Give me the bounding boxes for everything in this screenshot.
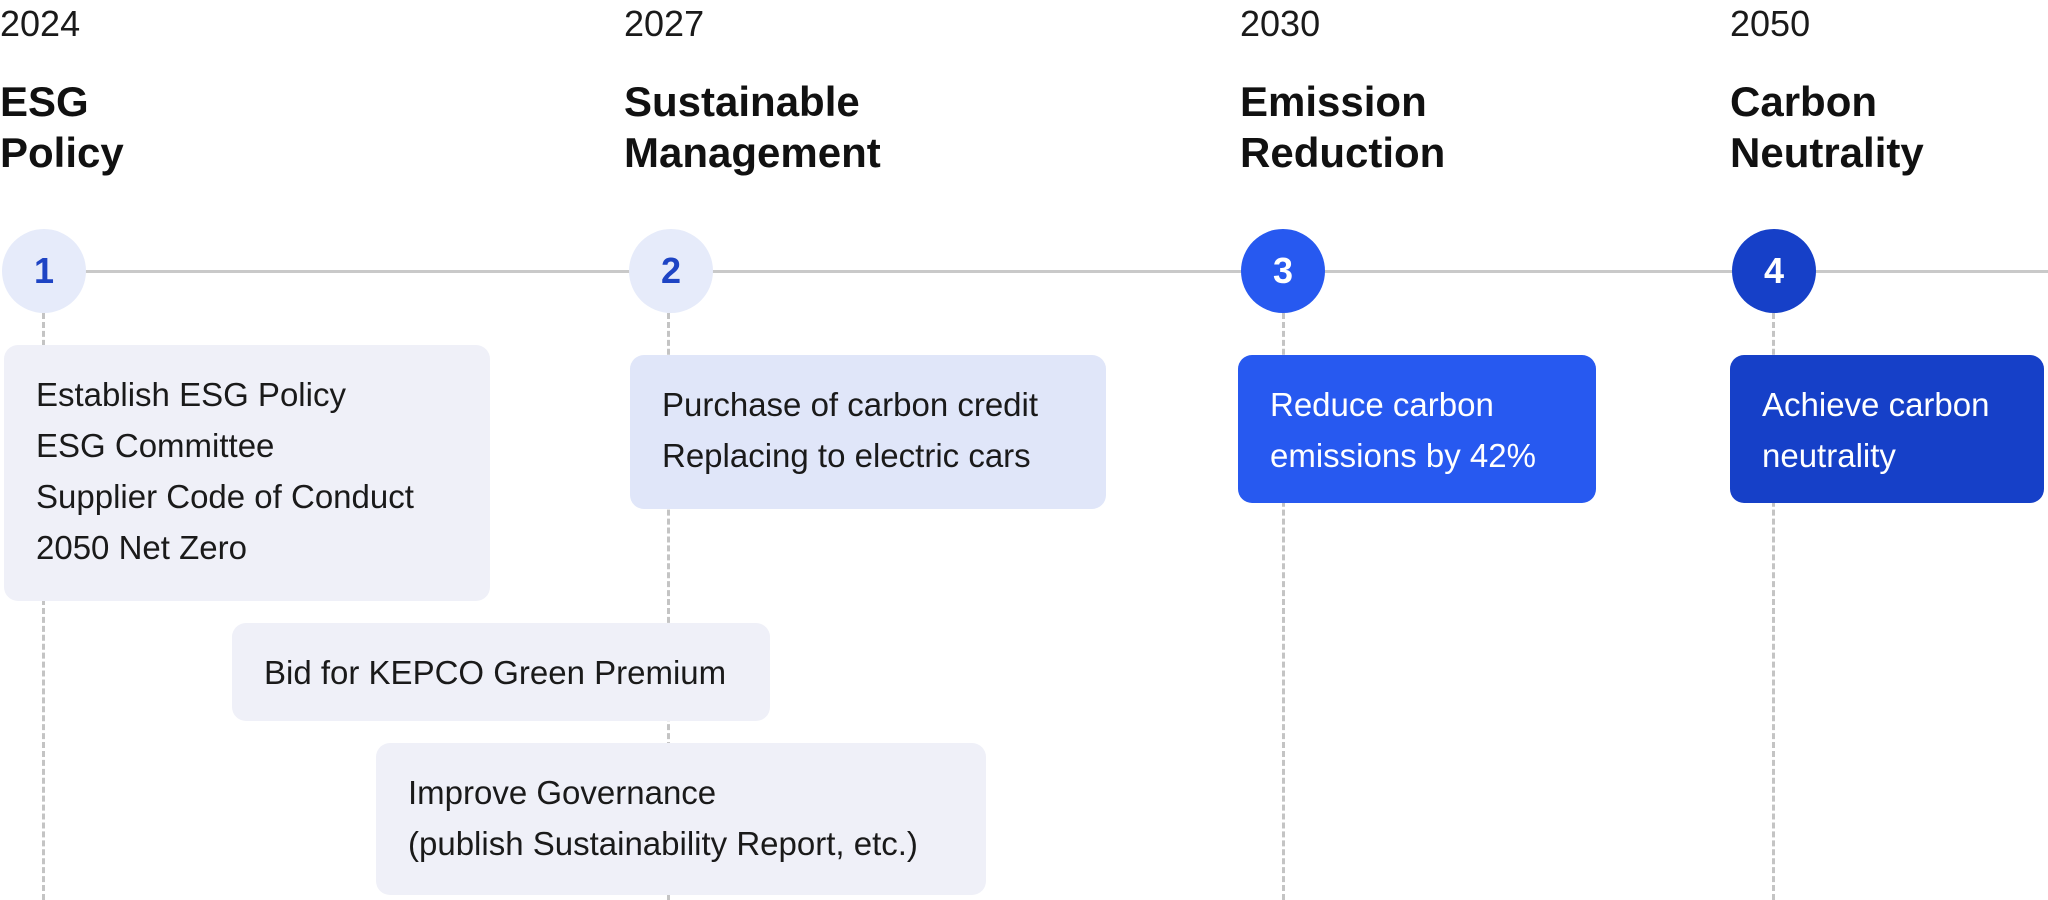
milestone-title-2: Sustainable Management <box>624 76 1084 178</box>
list-item: Bid for KEPCO Green Premium <box>264 654 727 691</box>
title-line: Reduction <box>1240 129 1446 176</box>
title-line: Management <box>624 129 881 176</box>
kepco-box: Bid for KEPCO Green Premium <box>232 623 770 721</box>
list-item: Replacing to electric cars <box>662 437 1031 474</box>
list-item: Improve Governance <box>408 774 717 811</box>
step-node-1: 1 <box>2 229 86 313</box>
title-line: ESG <box>0 78 89 125</box>
list-item: ESG Committee <box>36 427 275 464</box>
list-item: Reduce carbon <box>1270 386 1494 423</box>
list-item: 2050 Net Zero <box>36 529 247 566</box>
title-line: Sustainable <box>624 78 860 125</box>
title-line: Policy <box>0 129 124 176</box>
list-item: Achieve carbon <box>1762 386 1990 423</box>
year-label-1: 2024 <box>0 3 81 44</box>
milestone-title-4: Carbon Neutrality <box>1730 76 2048 178</box>
title-line: Carbon <box>1730 78 1877 125</box>
title-line: Neutrality <box>1730 129 1924 176</box>
list-item: (publish Sustainability Report, etc.) <box>408 825 918 862</box>
milestone-box-3: Reduce carbon emissions by 42% <box>1238 355 1596 503</box>
year-label-2: 2027 <box>624 3 705 44</box>
milestone-title-1: ESG Policy <box>0 76 460 178</box>
title-line: Emission <box>1240 78 1427 125</box>
year-label-4: 2050 <box>1730 3 1811 44</box>
milestone-box-4: Achieve carbon neutrality <box>1730 355 2044 503</box>
list-item: emissions by 42% <box>1270 437 1536 474</box>
milestone-box-2: Purchase of carbon credit Replacing to e… <box>630 355 1106 509</box>
list-item: Supplier Code of Conduct <box>36 478 414 515</box>
step-node-3: 3 <box>1241 229 1325 313</box>
list-item: Purchase of carbon credit <box>662 386 1039 423</box>
step-node-4: 4 <box>1732 229 1816 313</box>
milestone-title-3: Emission Reduction <box>1240 76 1700 178</box>
milestone-box-1: Establish ESG Policy ESG Committee Suppl… <box>4 345 490 601</box>
list-item: Establish ESG Policy <box>36 376 346 413</box>
governance-box: Improve Governance (publish Sustainabili… <box>376 743 986 895</box>
list-item: neutrality <box>1762 437 1896 474</box>
step-node-2: 2 <box>629 229 713 313</box>
year-label-3: 2030 <box>1240 3 1321 44</box>
